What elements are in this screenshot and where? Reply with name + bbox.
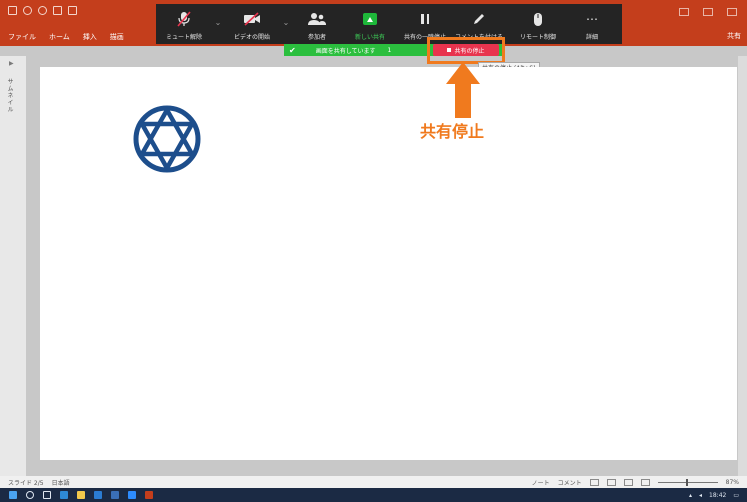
slideshow-icon[interactable] — [640, 478, 650, 486]
up-arrow-icon — [446, 62, 480, 118]
powerpoint-icon[interactable] — [145, 491, 153, 499]
share-button[interactable]: 共有 — [727, 31, 741, 41]
microphone-muted-icon — [174, 9, 194, 29]
remote-control-label: リモート制御 — [519, 34, 556, 41]
customize-icon[interactable] — [68, 6, 77, 15]
start-video-label: ビデオの開始 — [233, 34, 270, 41]
folder-icon[interactable] — [77, 491, 85, 499]
hexagram-logo-icon — [133, 105, 201, 173]
status-bar-right: ノート コメント 87% — [532, 476, 739, 488]
slide-counter: スライド 2/5 — [8, 479, 44, 487]
windows-taskbar: ▴ ◂ 18:42 ▭ — [0, 488, 747, 502]
shield-check-icon: ✔ — [289, 45, 296, 55]
window-controls — [679, 8, 737, 16]
new-share-button[interactable]: 新しい共有 — [342, 6, 398, 44]
language-indicator[interactable]: 日本語 — [52, 478, 70, 487]
undo-icon[interactable] — [23, 6, 32, 15]
participants-button[interactable]: 参加者 — [292, 6, 342, 44]
system-tray: ▴ ◂ 18:42 ▭ — [689, 488, 739, 502]
tab-file[interactable]: ファイル — [8, 32, 36, 42]
expand-pane-icon[interactable]: ▶ — [9, 60, 14, 67]
clock[interactable]: 18:42 — [709, 492, 726, 499]
quick-access-toolbar — [8, 6, 77, 15]
remote-control-icon — [528, 9, 548, 29]
more-button[interactable]: ⋯ 詳細 — [570, 6, 614, 44]
status-bar: スライド 2/5 日本語 ノート コメント 87% — [0, 476, 747, 488]
more-icon: ⋯ — [586, 12, 598, 26]
video-off-icon — [242, 9, 262, 29]
save-icon[interactable] — [8, 6, 17, 15]
start-video-button[interactable]: ビデオの開始 — [224, 6, 280, 44]
reading-view-icon[interactable] — [623, 478, 633, 486]
thumbnail-pane: ▶ サムネイル — [0, 56, 26, 476]
zoom-slider[interactable] — [657, 478, 718, 486]
participants-icon — [307, 9, 327, 29]
video-options-caret[interactable]: ⌄ — [280, 18, 292, 27]
tab-home[interactable]: ホーム — [49, 32, 70, 42]
close-icon[interactable] — [727, 8, 737, 16]
notification-icon[interactable]: ▭ — [733, 492, 739, 499]
volume-icon[interactable]: ◂ — [699, 492, 702, 499]
remote-control-button[interactable]: リモート制御 — [506, 6, 570, 44]
participants-label: 参加者 — [307, 34, 326, 41]
edge-icon[interactable] — [60, 491, 68, 499]
pause-icon — [415, 9, 435, 29]
sharing-status-text: 画面を共有しています — [315, 47, 376, 55]
new-share-icon — [360, 9, 380, 29]
start-icon[interactable] — [9, 491, 17, 499]
word-icon[interactable] — [111, 491, 119, 499]
maximize-icon[interactable] — [703, 8, 713, 16]
zoom-level[interactable]: 87% — [726, 479, 739, 486]
task-view-icon[interactable] — [43, 491, 51, 499]
new-share-label: 新しい共有 — [354, 34, 385, 41]
annotate-icon — [469, 9, 489, 29]
zoom-meeting-toolbar: ミュート解除 ⌄ ビデオの開始 ⌄ 参加者 新しい共有 共有の一時停止 コメント… — [156, 4, 622, 44]
redo-icon[interactable] — [38, 6, 47, 15]
notes-button[interactable]: ノート — [532, 478, 550, 487]
comments-button[interactable]: コメント — [558, 478, 582, 487]
minimize-icon[interactable] — [679, 8, 689, 16]
participant-count: 1 — [387, 46, 392, 54]
callout-label: 共有停止 — [420, 122, 485, 141]
zoom-app-icon[interactable] — [128, 491, 136, 499]
outlook-icon[interactable] — [94, 491, 102, 499]
unmute-label: ミュート解除 — [165, 34, 202, 41]
more-label: 詳細 — [585, 34, 598, 41]
thumbnail-pane-label: サムネイル — [6, 78, 13, 113]
network-icon[interactable]: ▴ — [689, 492, 692, 499]
unmute-button[interactable]: ミュート解除 — [156, 6, 212, 44]
tab-draw[interactable]: 描画 — [110, 32, 124, 42]
vertical-scrollbar[interactable] — [738, 56, 747, 476]
present-icon[interactable] — [53, 6, 62, 15]
audio-options-caret[interactable]: ⌄ — [212, 18, 224, 27]
normal-view-icon[interactable] — [589, 478, 599, 486]
slide-sorter-icon[interactable] — [606, 478, 616, 486]
tab-insert[interactable]: 挿入 — [83, 32, 97, 42]
search-icon[interactable] — [26, 491, 34, 499]
